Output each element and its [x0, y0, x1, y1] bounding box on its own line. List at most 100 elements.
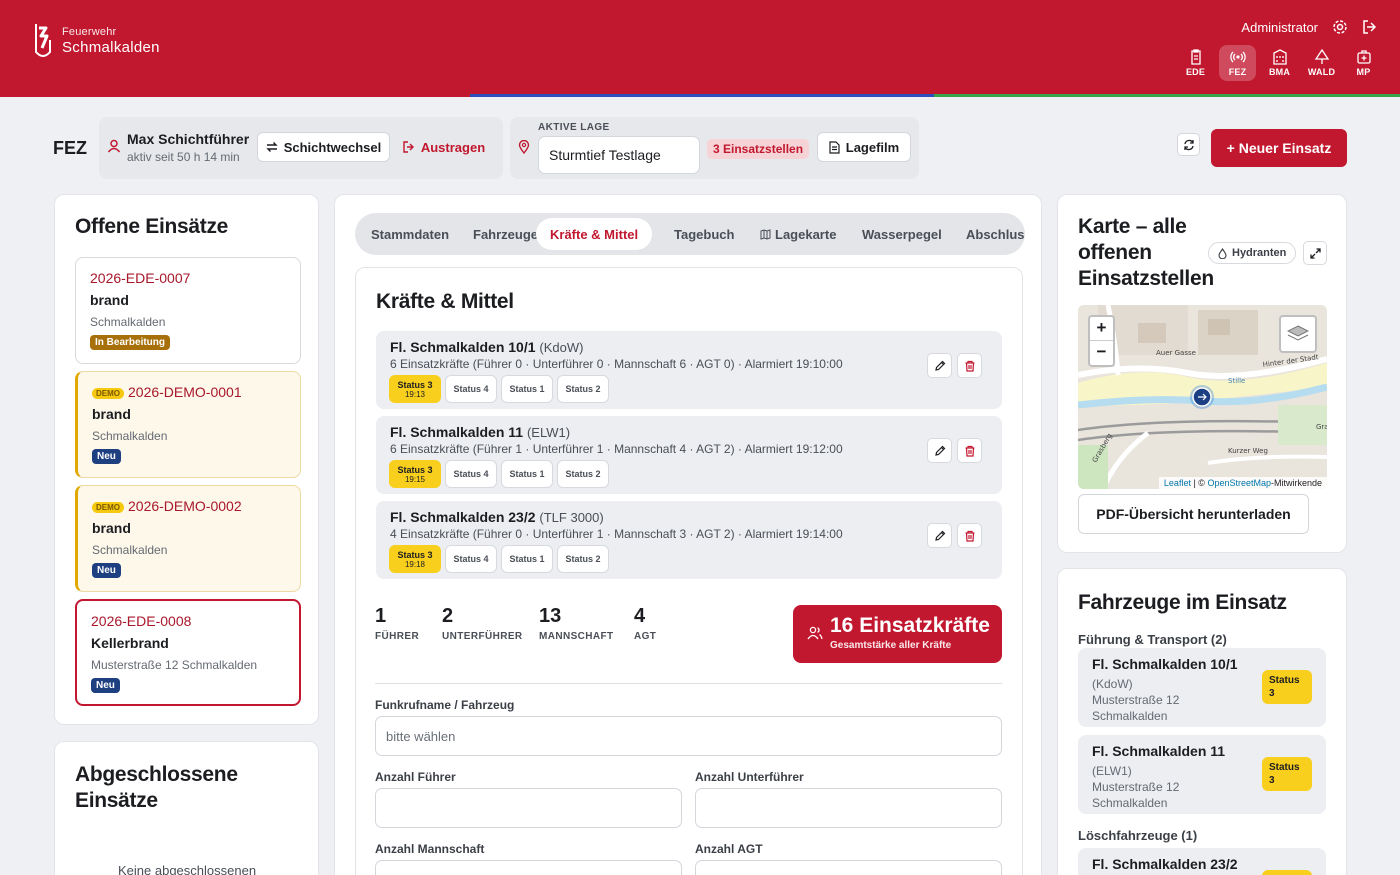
incident-card[interactable]: DEMO 2026-DEMO-0002 brand Schmalkalden Neu	[75, 485, 301, 592]
crew-label: Anzahl Mannschaft	[375, 842, 485, 856]
forces-total: 13 MANNSCHAFT	[539, 605, 614, 642]
incident-number: DEMO 2026-DEMO-0001	[92, 384, 286, 400]
status-button[interactable]: Status 2	[557, 460, 609, 488]
pdf-download-button[interactable]: PDF-Übersicht herunterladen	[1078, 494, 1309, 534]
osm-attribution-link[interactable]: OpenStreetMap	[1207, 478, 1271, 488]
layers-button[interactable]	[1279, 315, 1317, 353]
situation-film-button[interactable]: Lagefilm	[817, 132, 911, 162]
incident-number-text: 2026-DEMO-0001	[128, 384, 242, 400]
status-button[interactable]: Status 1	[501, 545, 553, 573]
map-street-label: Kurzer Weg	[1228, 447, 1268, 455]
agt-input[interactable]	[695, 860, 1002, 875]
module-label: EDE	[1185, 67, 1206, 77]
incident-location: Schmalkalden	[90, 315, 166, 329]
edit-button[interactable]	[927, 353, 952, 378]
forces-total-label: MANNSCHAFT	[539, 631, 614, 642]
vehicle-name: Fl. Schmalkalden 10/1 (KdoW)	[390, 339, 583, 355]
status-button[interactable]: Status 1	[501, 460, 553, 488]
vehicle-name: Fl. Schmalkalden 23/2 (TLF 3000)	[390, 509, 604, 525]
vehicle-group-pumps: Löschfahrzeuge (1)	[1078, 828, 1198, 843]
module-fez-button[interactable]: FEZ	[1219, 45, 1256, 81]
vehicle-name-text: Fl. Schmalkalden 10/1	[390, 339, 536, 355]
vehicle-in-operation[interactable]: Fl. Schmalkalden 10/1 (KdoW) Musterstraße …	[1078, 648, 1326, 727]
map-view[interactable]: Auer Gasse Hinter der Stadt Stille Kurze…	[1078, 305, 1327, 489]
status-button[interactable]: Status 1	[501, 375, 553, 403]
vehicle-status-badge: Status 3	[1262, 757, 1312, 791]
incident-location: Schmalkalden	[92, 543, 168, 557]
crew-input[interactable]	[375, 860, 682, 875]
status-button[interactable]: Status 4	[445, 460, 497, 488]
demo-badge: DEMO	[92, 387, 124, 399]
vehicle-in-operation[interactable]: Fl. Schmalkalden 23/2(TLF 3000)Status	[1078, 848, 1326, 875]
map-attribution: Leaflet | © OpenStreetMap-Mitwirkende	[1158, 477, 1327, 489]
forces-title: Kräfte & Mittel	[376, 290, 514, 313]
vehicle-city: Schmalkalden	[1092, 796, 1168, 810]
zoom-out-button[interactable]: −	[1090, 341, 1113, 365]
top-bar: Feuerwehr Schmalkalden Administrator EDE…	[0, 0, 1400, 97]
edit-button[interactable]	[927, 438, 952, 463]
incident-sites-badge[interactable]: 3 Einsatzstellen	[707, 139, 810, 159]
hydrants-toggle[interactable]: Hydranten	[1208, 242, 1297, 264]
water-drop-icon	[1218, 247, 1227, 259]
module-mp-button[interactable]: MP	[1345, 45, 1382, 81]
total-forces-subtitle: Gesamtstärke aller Kräfte	[830, 640, 952, 651]
module-label: WALD	[1307, 67, 1336, 77]
status-button-active[interactable]: Status 3 19:18	[389, 545, 441, 573]
incident-type: Kellerbrand	[91, 635, 169, 651]
module-wald-button[interactable]: WALD	[1303, 45, 1340, 81]
closed-incidents-title: Abgeschlossene Einsätze	[75, 763, 238, 812]
status-button-active[interactable]: Status 3 19:15	[389, 460, 441, 488]
status-label: Status 3	[397, 465, 433, 475]
incident-card[interactable]: 2026-EDE-0007 brand Schmalkalden In Bearbei…	[75, 257, 301, 364]
callsign-label: Funkrufname / Fahrzeug	[375, 698, 515, 712]
status-button[interactable]: Status 2	[557, 545, 609, 573]
shift-change-label: Schichtwechsel	[283, 139, 382, 155]
zoom-in-button[interactable]: +	[1090, 317, 1113, 341]
delete-button[interactable]	[957, 438, 982, 463]
brand[interactable]: Feuerwehr Schmalkalden	[32, 22, 160, 60]
callsign-select[interactable]: bitte wählen	[375, 716, 1002, 756]
tab-lagekarte[interactable]: Lagekarte	[746, 218, 850, 250]
tab-tagebuch[interactable]: Tagebuch	[660, 218, 748, 250]
tab-stammdaten[interactable]: Stammdaten	[357, 218, 463, 250]
expand-map-button[interactable]	[1303, 241, 1327, 265]
status-label: Status 3	[397, 550, 433, 560]
tab-wasserpegel[interactable]: Wasserpegel	[848, 218, 956, 250]
vehicle-type: (KdoW)	[539, 340, 584, 355]
status-button[interactable]: Status 4	[445, 545, 497, 573]
incident-number: DEMO 2026-DEMO-0002	[92, 498, 286, 514]
vehicle-in-operation[interactable]: Fl. Schmalkalden 11 (ELW1) Musterstraße 12…	[1078, 735, 1326, 814]
incident-card[interactable]: 2026-EDE-0008 Kellerbrand Musterstraße 12 …	[75, 599, 301, 706]
vehicle-forces-detail: 6 Einsatzkräfte (Führer 1 · Unterführer …	[390, 442, 843, 456]
forces-total: 4 AGT	[634, 605, 656, 642]
trash-icon	[965, 530, 974, 542]
tab-kräfte-mittel[interactable]: Kräfte & Mittel	[536, 218, 653, 250]
module-ede-button[interactable]: EDE	[1177, 45, 1214, 81]
delete-button[interactable]	[957, 353, 982, 378]
map-card: Karte – alle offenen Einsatzstellen Hydr…	[1057, 194, 1347, 553]
status-button-active[interactable]: Status 3 19:13	[389, 375, 441, 403]
tab-abschluss[interactable]: Abschluss	[952, 218, 1025, 250]
sign-out-button[interactable]: Austragen	[397, 132, 491, 162]
incident-number: 2026-EDE-0008	[91, 613, 285, 629]
delete-button[interactable]	[957, 523, 982, 548]
clipboard-icon	[1190, 49, 1201, 65]
current-user[interactable]: Administrator	[1241, 20, 1318, 35]
module-bma-button[interactable]: BMA	[1261, 45, 1298, 81]
active-situation-input[interactable]: Sturmtief Testlage	[538, 136, 700, 174]
pdf-download-label: PDF-Übersicht herunterladen	[1096, 506, 1291, 522]
status-button[interactable]: Status 2	[557, 375, 609, 403]
refresh-button[interactable]	[1177, 133, 1200, 156]
logout-icon[interactable]	[1362, 19, 1378, 35]
new-incident-button[interactable]: + Neuer Einsatz	[1211, 129, 1347, 167]
leaders-input[interactable]	[375, 788, 682, 828]
subleaders-input[interactable]	[695, 788, 1002, 828]
status-button[interactable]: Status 4	[445, 375, 497, 403]
leaflet-attribution-link[interactable]: Leaflet	[1164, 478, 1191, 488]
subleaders-label: Anzahl Unterführer	[695, 770, 804, 784]
shift-change-button[interactable]: Schichtwechsel	[257, 132, 390, 162]
edit-button[interactable]	[927, 523, 952, 548]
gear-icon[interactable]	[1332, 19, 1348, 35]
incident-card[interactable]: DEMO 2026-DEMO-0001 brand Schmalkalden Neu	[75, 371, 301, 478]
module-label: FEZ	[53, 138, 87, 158]
